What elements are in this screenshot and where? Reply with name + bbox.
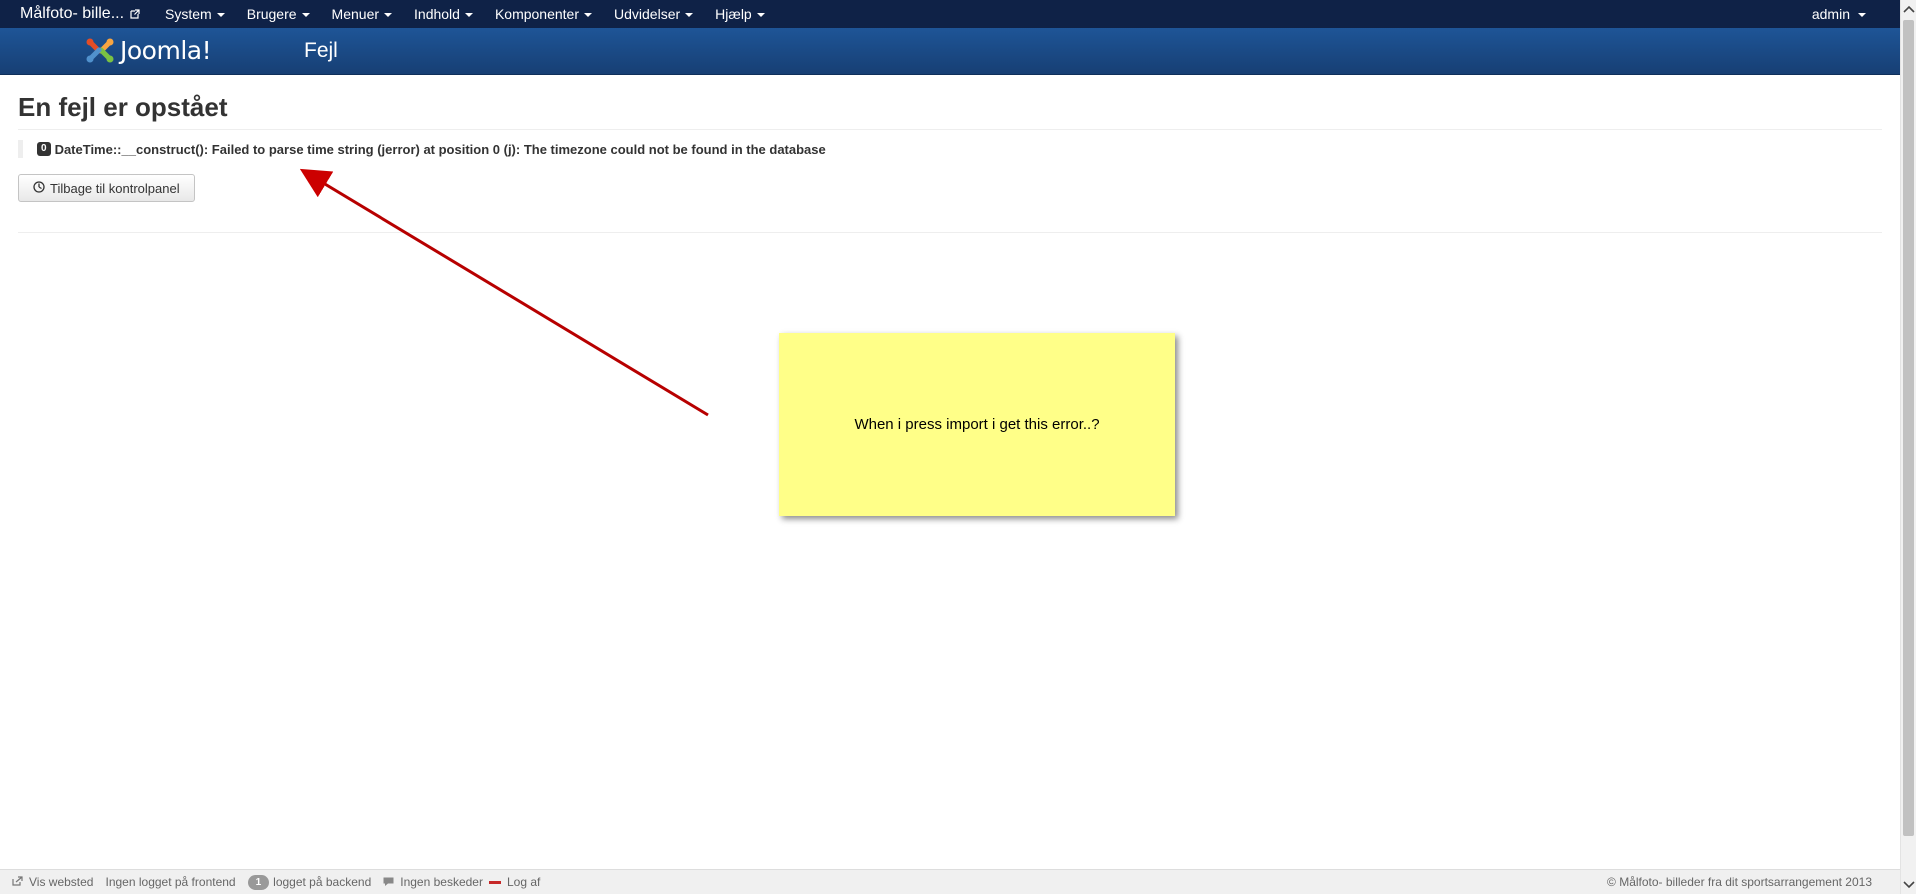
menu-extensions-label: Udvidelser: [614, 6, 681, 22]
menu-users[interactable]: Brugere: [236, 6, 321, 22]
logout-label: Log af: [506, 875, 541, 889]
external-link-icon: [130, 9, 140, 19]
frontend-users-label: Ingen logget på frontend: [105, 875, 236, 889]
menu-help[interactable]: Hjælp: [704, 6, 776, 22]
menu-menus[interactable]: Menuer: [321, 6, 403, 22]
menu-system-label: System: [165, 6, 212, 22]
logo-text: Joomla!: [120, 35, 212, 65]
share-icon: [12, 875, 23, 889]
admin-page: Målfoto- bille... System Brugere Menuer …: [0, 0, 1916, 894]
admin-header: Joomla! Fejl: [0, 28, 1900, 75]
caret-down-icon: [756, 13, 765, 17]
messages-label: Ingen beskeder: [400, 875, 483, 889]
site-brand-link[interactable]: Målfoto- bille...: [0, 5, 154, 23]
backend-users-status: 1 logget på backend: [247, 874, 372, 890]
sticky-note: When i press import i get this error..?: [779, 333, 1175, 516]
caret-down-icon: [685, 13, 694, 17]
scroll-up-icon[interactable]: [1901, 0, 1916, 18]
error-heading: En fejl er opstået: [18, 92, 1882, 130]
copyright: © Målfoto- billeder fra dit sportsarrang…: [1607, 875, 1872, 889]
menu-extensions[interactable]: Udvidelser: [603, 6, 704, 22]
menu-menus-label: Menuer: [331, 6, 380, 22]
joomla-logo: Joomla!: [84, 33, 212, 67]
vertical-scrollbar[interactable]: [1900, 0, 1916, 894]
dashboard-icon: [33, 180, 45, 196]
view-site-link[interactable]: Vis websted: [12, 875, 93, 889]
messages-status[interactable]: Ingen beskeder: [383, 875, 483, 889]
site-brand-label: Målfoto- bille...: [20, 5, 125, 22]
caret-down-icon: [1858, 13, 1866, 17]
top-navbar: Målfoto- bille... System Brugere Menuer …: [0, 0, 1900, 28]
scroll-down-icon[interactable]: [1901, 876, 1916, 894]
menu-users-label: Brugere: [246, 6, 297, 22]
sticky-note-text: When i press import i get this error..?: [854, 416, 1100, 433]
message-icon: [383, 875, 394, 889]
logout-icon: [488, 880, 501, 884]
caret-down-icon: [301, 13, 310, 17]
user-menu[interactable]: admin: [1812, 0, 1866, 28]
caret-down-icon: [384, 13, 393, 17]
joomla-logo-icon: [86, 38, 114, 63]
frontend-users-status: Ingen logget på frontend: [105, 875, 235, 889]
back-to-control-panel-button[interactable]: Tilbage til kontrolpanel: [18, 174, 195, 202]
view-site-label: Vis websted: [29, 875, 94, 889]
page-title: Fejl: [304, 39, 338, 62]
content-divider: [18, 232, 1882, 233]
menu-content-label: Indhold: [414, 6, 460, 22]
caret-down-icon: [216, 13, 225, 17]
menu-components-label: Komponenter: [494, 6, 580, 22]
scroll-thumb[interactable]: [1903, 20, 1914, 836]
logout-link[interactable]: Log af: [488, 875, 541, 889]
back-button-label: Tilbage til kontrolpanel: [50, 180, 180, 196]
caret-down-icon: [464, 13, 473, 17]
status-footer: Vis websted Ingen logget på frontend 1 l…: [0, 869, 1900, 894]
menu-content[interactable]: Indhold: [403, 6, 484, 22]
caret-down-icon: [584, 13, 593, 17]
error-message: 0 DateTime::__construct(): Failed to par…: [18, 140, 1882, 158]
error-code-badge: 0: [37, 142, 51, 156]
menu-system[interactable]: System: [154, 6, 236, 22]
menu-help-label: Hjælp: [715, 6, 752, 22]
backend-users-label: logget på backend: [273, 875, 372, 889]
main-content: En fejl er opstået 0 DateTime::__constru…: [18, 92, 1882, 233]
backend-count-badge: 1: [247, 874, 270, 890]
error-message-text: DateTime::__construct(): Failed to parse…: [54, 141, 826, 157]
main-menu: System Brugere Menuer Indhold Komponente…: [154, 6, 776, 22]
menu-components[interactable]: Komponenter: [484, 6, 603, 22]
user-menu-label: admin: [1811, 6, 1850, 22]
